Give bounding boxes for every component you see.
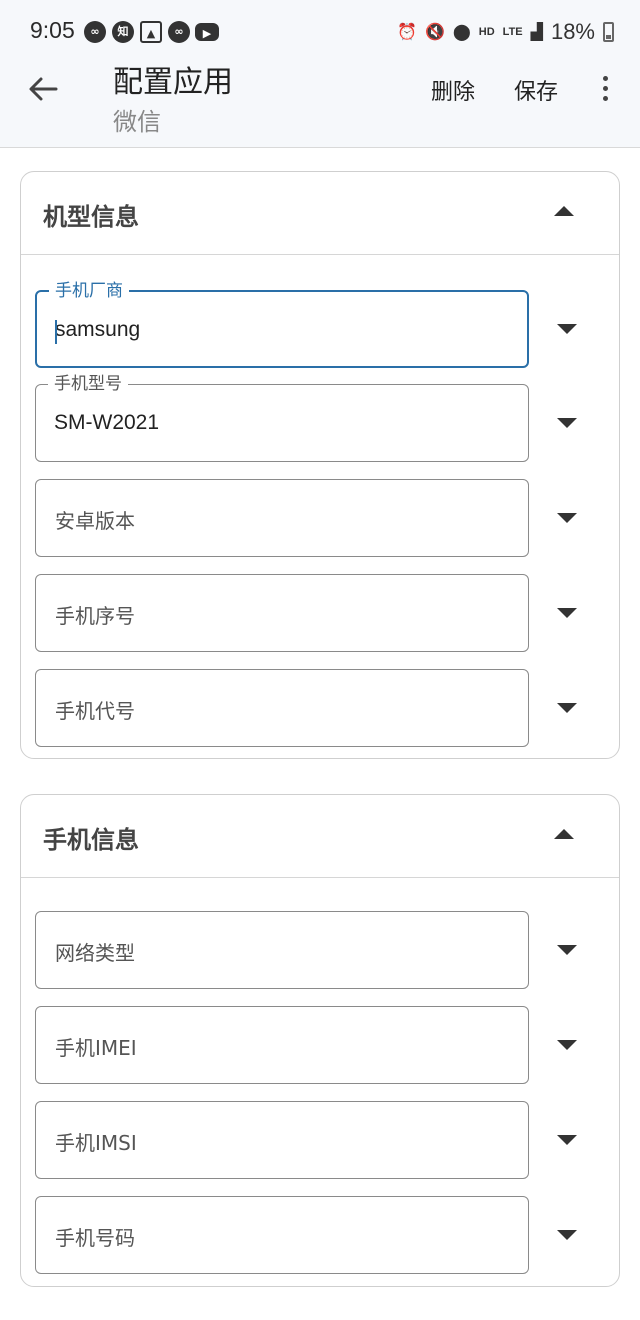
phone-number-field[interactable]: 手机号码 [35, 1196, 529, 1274]
codename-field[interactable]: 手机代号 [35, 669, 529, 747]
back-button[interactable] [26, 74, 62, 104]
more-options-button[interactable] [596, 74, 614, 104]
imei-field[interactable]: 手机IMEI [35, 1006, 529, 1084]
location-icon: ⬤ [452, 24, 471, 41]
save-button[interactable]: 保存 [514, 74, 558, 106]
field-placeholder: 手机序号 [55, 604, 135, 628]
infinity-icon: ∞ [84, 21, 106, 43]
android-version-row: 安卓版本 [35, 479, 615, 557]
system-status-icons: ⏰ 🔇 ⬤ HD LTE ▟ 18% [397, 17, 614, 47]
field-label: 手机厂商 [49, 280, 129, 302]
collapse-icon[interactable] [554, 206, 574, 216]
field-value: samsung [55, 318, 141, 341]
battery-icon [603, 22, 614, 42]
page-subtitle: 微信 [113, 108, 161, 136]
android-version-field[interactable]: 安卓版本 [35, 479, 529, 557]
field-placeholder: 手机IMEI [55, 1036, 137, 1060]
lte-icon: LTE [502, 26, 523, 38]
section-title: 手机信息 [43, 826, 139, 854]
battery-level: 18% [550, 19, 595, 44]
dropdown-arrow-icon[interactable] [557, 703, 577, 713]
dropdown-arrow-icon[interactable] [557, 608, 577, 618]
field-placeholder: 手机号码 [55, 1226, 135, 1250]
network-type-row: 网络类型 [35, 911, 615, 989]
manufacturer-row: 手机厂商 samsung [35, 280, 615, 368]
alarm-icon: ⏰ [397, 24, 417, 41]
field-placeholder: 手机IMSI [55, 1131, 137, 1155]
dropdown-arrow-icon[interactable] [557, 1040, 577, 1050]
more-vert-icon [596, 74, 614, 101]
hd-icon: HD [478, 26, 495, 38]
arrow-left-icon [29, 77, 58, 101]
phone-info-section: 手机信息 网络类型 手机IMEI 手机IMSI 手机号码 [20, 794, 620, 1287]
imsi-field[interactable]: 手机IMSI [35, 1101, 529, 1179]
serial-number-row: 手机序号 [35, 574, 615, 652]
text-caret [55, 320, 57, 344]
model-row: 手机型号 SM-W2021 [35, 373, 615, 462]
youtube-icon: ▶ [195, 23, 219, 41]
collapse-icon[interactable] [554, 829, 574, 839]
infinity-icon: ∞ [168, 21, 190, 43]
section-header[interactable]: 机型信息 [21, 172, 619, 255]
status-time: 9:05 [30, 17, 75, 43]
network-type-field[interactable]: 网络类型 [35, 911, 529, 989]
image-icon: ▲ [140, 21, 162, 43]
imei-row: 手机IMEI [35, 1006, 615, 1084]
section-title: 机型信息 [43, 203, 139, 231]
dropdown-arrow-icon[interactable] [557, 1135, 577, 1145]
codename-row: 手机代号 [35, 669, 615, 747]
dropdown-arrow-icon[interactable] [557, 945, 577, 955]
delete-button[interactable]: 删除 [431, 74, 475, 106]
dropdown-arrow-icon[interactable] [557, 418, 577, 428]
phone-number-row: 手机号码 [35, 1196, 615, 1274]
signal-icon: ▟ [530, 24, 543, 41]
status-bar: 9:05 ∞ 知 ▲ ∞ ▶ ⏰ 🔇 ⬤ HD LTE ▟ 18% [0, 0, 640, 62]
manufacturer-field[interactable]: 手机厂商 samsung [35, 280, 529, 368]
mute-icon: 🔇 [424, 24, 445, 41]
section-header[interactable]: 手机信息 [21, 795, 619, 878]
page-title: 配置应用 [113, 65, 233, 100]
field-value: SM-W2021 [54, 411, 160, 434]
field-label: 手机型号 [48, 373, 128, 395]
dropdown-arrow-icon[interactable] [557, 1230, 577, 1240]
serial-number-field[interactable]: 手机序号 [35, 574, 529, 652]
device-model-section: 机型信息 手机厂商 samsung 手机型号 SM-W2021 安卓版本 手机序… [20, 171, 620, 759]
model-field[interactable]: 手机型号 SM-W2021 [35, 373, 529, 462]
field-placeholder: 安卓版本 [55, 509, 135, 533]
dropdown-arrow-icon[interactable] [557, 513, 577, 523]
field-placeholder: 手机代号 [55, 699, 135, 723]
imsi-row: 手机IMSI [35, 1101, 615, 1179]
zhihu-icon: 知 [112, 21, 134, 43]
dropdown-arrow-icon[interactable] [557, 324, 577, 334]
app-bar: 配置应用 微信 删除 保存 [0, 62, 640, 148]
field-placeholder: 网络类型 [55, 941, 135, 965]
